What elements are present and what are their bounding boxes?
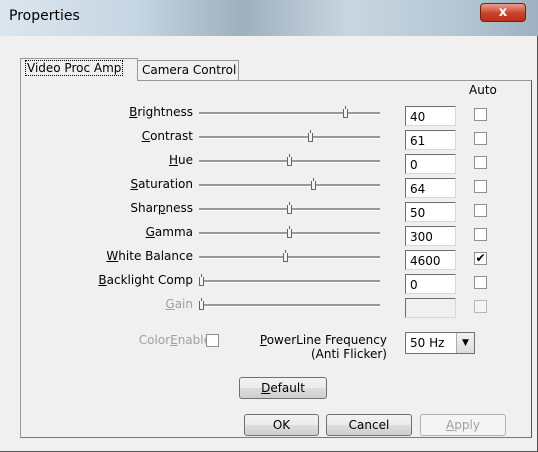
dialog-client-area: Video Proc Amp Camera Control Auto Brigh… [8,36,532,444]
sharpness-label: Sharpness [130,201,193,215]
white-balance-label: White Balance [106,249,193,263]
contrast-slider-track[interactable] [199,136,380,139]
gain-slider-thumb [199,298,204,310]
powerline-frequency-value: 50 Hz [410,336,445,350]
backlight-comp-slider-track[interactable] [199,280,380,283]
chevron-down-icon[interactable]: ▼ [456,333,474,353]
hue-auto-checkbox[interactable] [474,156,487,169]
backlight-comp-label: Backlight Comp [98,273,193,287]
gain-slider-track [199,304,380,307]
saturation-slider-thumb[interactable] [311,178,316,190]
gain-label: Gain [165,297,193,311]
powerline-frequency-select[interactable]: 50 Hz ▼ [405,332,475,354]
title-bar[interactable]: Properties x [0,0,538,36]
default-button[interactable]: Default [239,377,327,399]
contrast-slider-thumb[interactable] [308,130,313,142]
color-enable-label: ColorEnable [138,333,211,347]
video-proc-amp-panel: Auto Brightness 40 Contrast 61 Hue 0 Saturatio… [20,80,532,438]
hue-value-field[interactable]: 0 [405,154,456,174]
hue-label: Hue [168,153,193,167]
backlight-comp-auto-checkbox[interactable] [474,276,487,289]
gamma-slider-thumb[interactable] [287,226,292,238]
white-balance-slider-track[interactable] [199,256,380,259]
powerline-frequency-label: PowerLine Frequency (Anti Flicker) [259,333,387,361]
sharpness-value-field[interactable]: 50 [405,202,456,222]
gamma-value-field[interactable]: 300 [405,226,456,246]
brightness-label: Brightness [129,105,193,119]
auto-column-header: Auto [469,83,497,97]
tab-video-proc-amp-label: Video Proc Amp [25,60,124,76]
tab-video-proc-amp[interactable]: Video Proc Amp [20,58,138,81]
cancel-button[interactable]: Cancel [326,414,412,436]
saturation-auto-checkbox[interactable] [474,180,487,193]
brightness-slider-track[interactable] [199,112,380,115]
properties-window: Properties x Video Proc Amp Camera Contr… [0,0,538,452]
white-balance-slider-thumb[interactable] [283,250,288,262]
contrast-value-field[interactable]: 61 [405,130,456,150]
saturation-value-field[interactable]: 64 [405,178,456,198]
brightness-slider-thumb[interactable] [343,106,348,118]
color-enable-checkbox[interactable] [206,334,219,347]
window-title: Properties [9,8,80,24]
gain-auto-checkbox [474,300,487,313]
sharpness-slider-thumb[interactable] [287,202,292,214]
white-balance-value-field[interactable]: 4600 [405,250,456,270]
saturation-slider-track[interactable] [199,184,380,187]
brightness-auto-checkbox[interactable] [474,108,487,121]
tab-camera-control[interactable]: Camera Control [137,60,239,80]
sharpness-auto-checkbox[interactable] [474,204,487,217]
hue-slider-thumb[interactable] [287,154,292,166]
saturation-label: Saturation [130,177,193,191]
gamma-auto-checkbox[interactable] [474,228,487,241]
apply-button[interactable]: Apply [420,414,506,436]
close-button[interactable]: x [480,3,526,22]
gamma-label: Gamma [145,225,193,239]
ok-button[interactable]: OK [244,414,319,436]
gain-value-field [405,298,456,318]
backlight-comp-value-field[interactable]: 0 [405,274,456,294]
backlight-comp-slider-thumb[interactable] [199,274,204,286]
contrast-auto-checkbox[interactable] [474,132,487,145]
white-balance-auto-checkbox[interactable]: ✔ [474,252,487,265]
contrast-label: Contrast [141,129,193,143]
tab-camera-control-label: Camera Control [142,63,237,77]
brightness-value-field[interactable]: 40 [405,106,456,126]
